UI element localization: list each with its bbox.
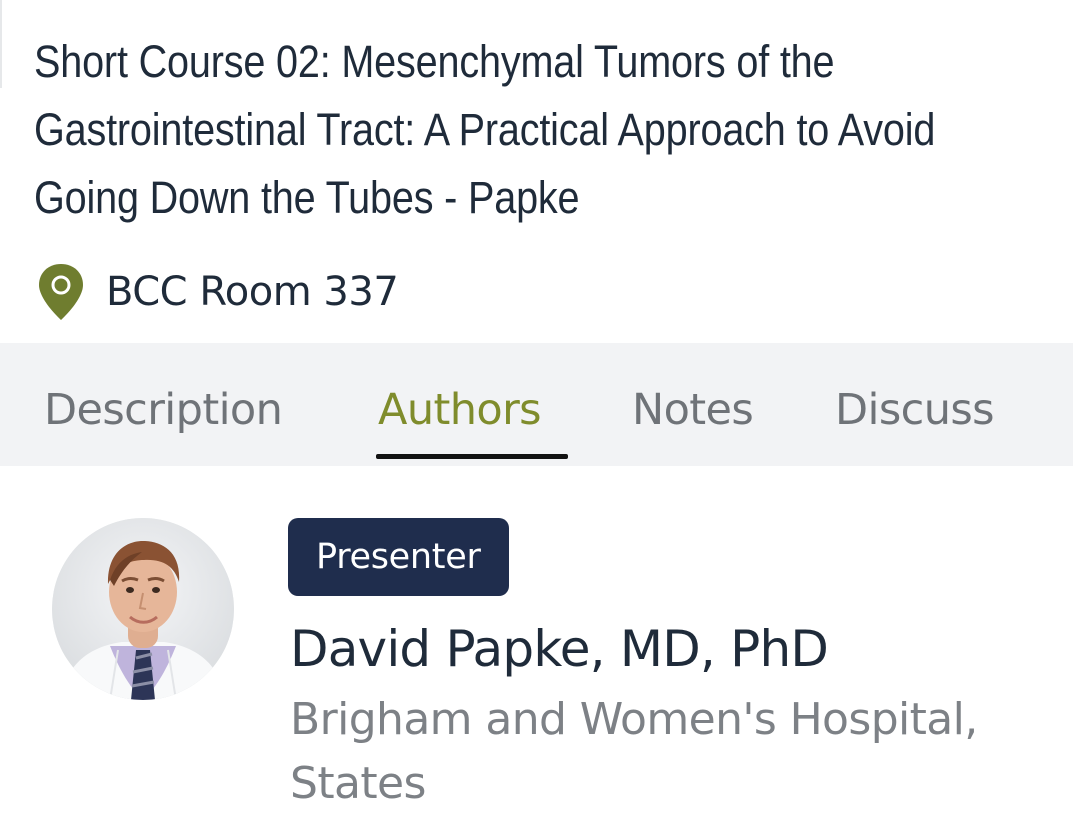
map-pin-icon <box>39 264 83 320</box>
author-photo-illustration <box>52 518 234 700</box>
session-location: BCC Room 337 <box>36 262 399 322</box>
tab-notes[interactable]: Notes <box>632 377 754 467</box>
author-affiliation: Brigham and Women's Hospital, States <box>290 694 978 809</box>
session-title: Short Course 02: Mesenchymal Tumors of t… <box>34 36 936 223</box>
tab-description[interactable]: Description <box>44 377 283 467</box>
tab-discuss[interactable]: Discuss <box>835 377 995 467</box>
session-tab-bar: Description Authors Notes Discuss <box>0 343 1073 466</box>
author-card[interactable]: Presenter David Papke, MD, PhD Brigham a… <box>52 518 1052 818</box>
location-label: BCC Room 337 <box>106 269 399 315</box>
active-tab-indicator <box>376 454 568 459</box>
author-name[interactable]: David Papke, MD, PhD <box>290 614 829 684</box>
left-edge-divider <box>0 0 2 88</box>
author-avatar[interactable] <box>52 518 234 700</box>
presenter-badge: Presenter <box>288 518 509 596</box>
